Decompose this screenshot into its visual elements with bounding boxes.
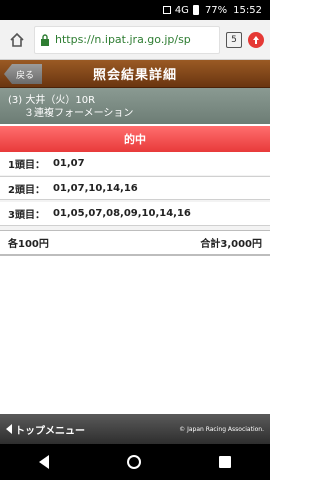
- selection-value: 01,07,10,14,16: [52, 182, 138, 194]
- vibrate-icon: [162, 6, 171, 14]
- selection-row: 1頭目： 01,07: [0, 152, 270, 176]
- lock-icon: [39, 33, 51, 46]
- amount-summary: 各100円 合計3,000円: [0, 230, 270, 256]
- copyright: © Japan Racing Association.: [179, 425, 264, 433]
- nav-recent-apps-icon[interactable]: [219, 456, 231, 468]
- bet-type: ３連複フォーメーション: [24, 108, 134, 119]
- top-menu-label: トップメニュー: [15, 425, 85, 437]
- page-header: 戻る 照会結果詳細: [0, 60, 270, 88]
- tab-switcher-button[interactable]: 5: [226, 31, 242, 48]
- selection-row: 2頭目： 01,07,10,14,16: [0, 176, 270, 200]
- status-icons: 4G: [162, 4, 199, 16]
- page-title: 照会結果詳細: [92, 68, 177, 83]
- url-bar[interactable]: https://n.ipat.jra.go.jp/sp: [34, 25, 220, 54]
- signal-indicator: 4G: [174, 4, 189, 16]
- clock: 15:52: [233, 4, 262, 16]
- extension-icon[interactable]: [248, 31, 264, 48]
- nav-home-icon[interactable]: [127, 455, 141, 469]
- battery-percent: 77%: [204, 4, 228, 16]
- back-button[interactable]: 戻る: [4, 64, 43, 84]
- chevron-left-icon: [6, 424, 12, 434]
- page-footer: トップメニュー © Japan Racing Association.: [0, 414, 270, 444]
- selection-label: 2頭目：: [8, 184, 45, 196]
- selection-label: 1頭目：: [8, 160, 45, 171]
- race-name: (3) 大井（火）10R: [8, 95, 96, 106]
- android-nav-bar: [0, 444, 270, 480]
- status-bar: 4G 77% 15:52: [0, 0, 270, 20]
- url-text: https://n.ipat.jra.go.jp/sp: [55, 33, 191, 46]
- nav-back-icon[interactable]: [39, 455, 49, 469]
- total-amount: 合計3,000円: [200, 239, 262, 250]
- home-icon[interactable]: [6, 29, 28, 51]
- selection-row: 3頭目： 01,05,07,08,09,10,14,16: [0, 202, 270, 226]
- battery-icon: [192, 5, 199, 15]
- result-status: 的中: [0, 126, 270, 152]
- selection-value: 01,05,07,08,09,10,14,16: [52, 208, 191, 219]
- selection-label: 3頭目：: [8, 210, 45, 221]
- race-info: (3) 大井（火）10R ３連複フォーメーション: [0, 88, 270, 124]
- selection-value: 01,07: [52, 158, 85, 169]
- unit-amount: 各100円: [8, 239, 49, 250]
- browser-toolbar: https://n.ipat.jra.go.jp/sp 5: [0, 20, 270, 60]
- top-menu-link[interactable]: トップメニュー: [6, 422, 85, 437]
